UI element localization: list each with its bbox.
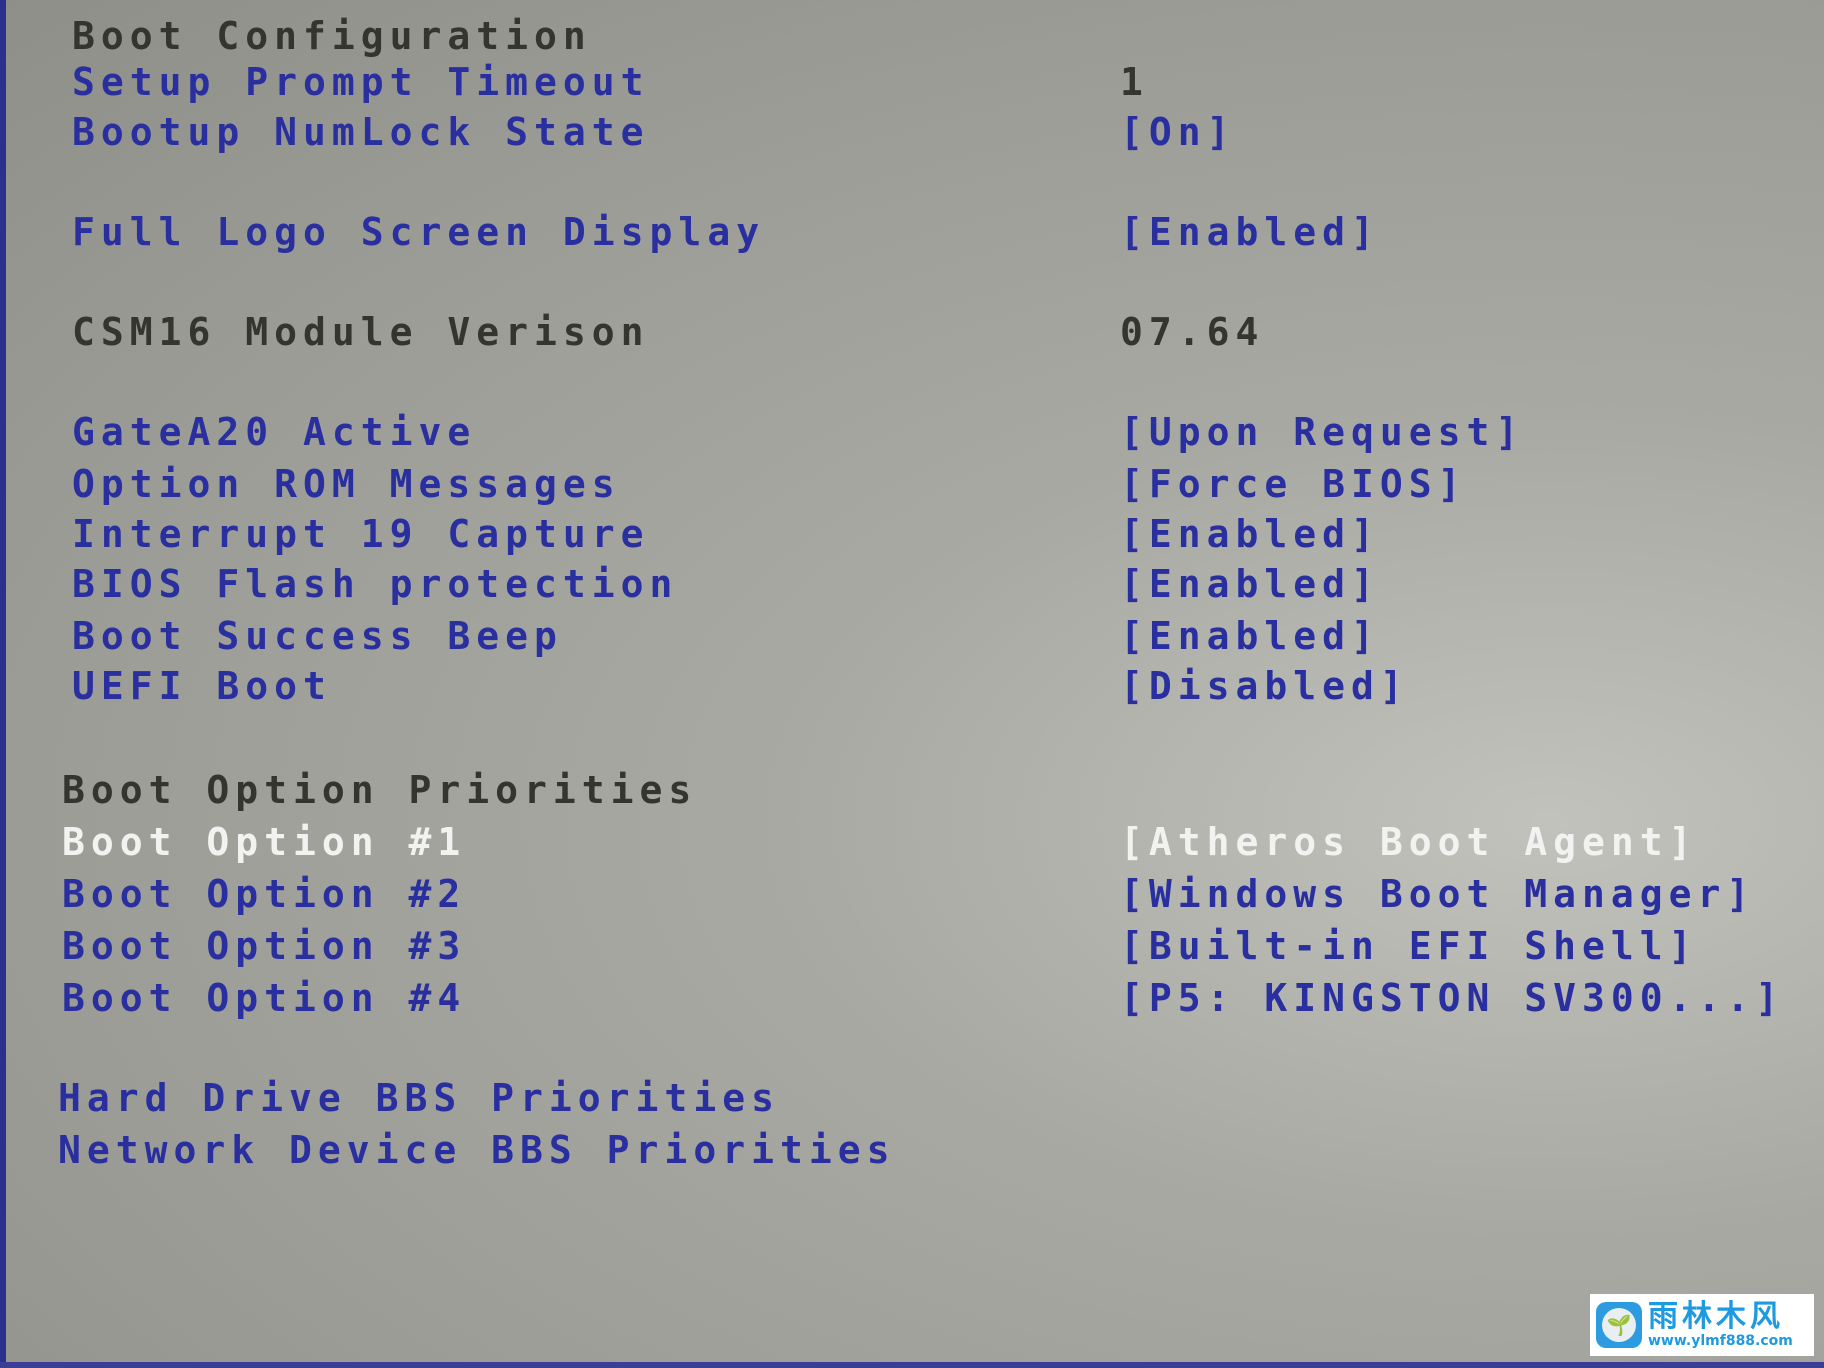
setting-value[interactable]: [Disabled] — [1120, 664, 1409, 708]
boot-option-4[interactable]: Boot Option #4 [P5: KINGSTON SV300...] — [0, 976, 1824, 1020]
submenu-label[interactable]: Hard Drive BBS Priorities — [58, 1076, 780, 1120]
setting-label: UEFI Boot — [72, 664, 332, 708]
submenu-hard-drive-bbs-priorities[interactable]: Hard Drive BBS Priorities — [0, 1076, 1824, 1120]
setting-label: Boot Success Beep — [72, 614, 563, 658]
setting-value[interactable]: [On] — [1120, 110, 1236, 154]
submenu-label[interactable]: Network Device BBS Priorities — [58, 1128, 895, 1172]
section-title: Boot Configuration — [72, 14, 592, 58]
setting-value[interactable]: [Enabled] — [1120, 562, 1380, 606]
boot-priorities-header: Boot Option Priorities — [0, 768, 1824, 812]
boot-option-value[interactable]: [Windows Boot Manager] — [1120, 872, 1755, 916]
section-header: Boot Configuration — [0, 14, 1824, 58]
boot-option-value[interactable]: [P5: KINGSTON SV300...] — [1120, 976, 1784, 1020]
setting-interrupt-19-capture[interactable]: Interrupt 19 Capture [Enabled] — [0, 512, 1824, 556]
boot-option-3[interactable]: Boot Option #3 [Built-in EFI Shell] — [0, 924, 1824, 968]
setting-setup-prompt-timeout[interactable]: Setup Prompt Timeout 1 — [0, 60, 1824, 104]
setting-label: Full Logo Screen Display — [72, 210, 766, 254]
setting-value[interactable]: [Enabled] — [1120, 614, 1380, 658]
boot-option-2[interactable]: Boot Option #2 [Windows Boot Manager] — [0, 872, 1824, 916]
setting-csm16-module-version: CSM16 Module Verison 07.64 — [0, 310, 1824, 354]
setting-boot-success-beep[interactable]: Boot Success Beep [Enabled] — [0, 614, 1824, 658]
setting-label: Setup Prompt Timeout — [72, 60, 650, 104]
boot-priorities-title: Boot Option Priorities — [62, 768, 698, 812]
setting-label: BIOS Flash protection — [72, 562, 679, 606]
setting-label: Option ROM Messages — [72, 462, 621, 506]
setting-value[interactable]: [Enabled] — [1120, 210, 1380, 254]
boot-option-label: Boot Option #4 — [62, 976, 467, 1020]
boot-option-1[interactable]: Boot Option #1 [Atheros Boot Agent] — [0, 820, 1824, 864]
setting-label: Bootup NumLock State — [72, 110, 650, 154]
setting-bootup-numlock-state[interactable]: Bootup NumLock State [On] — [0, 110, 1824, 154]
setting-gatea20-active[interactable]: GateA20 Active [Upon Request] — [0, 410, 1824, 454]
setting-full-logo-screen-display[interactable]: Full Logo Screen Display [Enabled] — [0, 210, 1824, 254]
submenu-network-device-bbs-priorities[interactable]: Network Device BBS Priorities — [0, 1128, 1824, 1172]
setting-label: GateA20 Active — [72, 410, 477, 454]
setting-value[interactable]: [Force BIOS] — [1120, 462, 1467, 506]
setting-bios-flash-protection[interactable]: BIOS Flash protection [Enabled] — [0, 562, 1824, 606]
setting-value[interactable]: [Upon Request] — [1120, 410, 1524, 454]
boot-option-label: Boot Option #2 — [62, 872, 467, 916]
sprout-icon: 🌱 — [1596, 1302, 1642, 1348]
setting-label: CSM16 Module Verison — [72, 310, 650, 354]
setting-uefi-boot[interactable]: UEFI Boot [Disabled] — [0, 664, 1824, 708]
watermark: 🌱 雨林木风 www.ylmf888.com — [1590, 1294, 1814, 1356]
setting-value[interactable]: [Enabled] — [1120, 512, 1380, 556]
setting-value: 1 — [1120, 60, 1149, 104]
boot-option-value[interactable]: [Built-in EFI Shell] — [1120, 924, 1698, 968]
watermark-url: www.ylmf888.com — [1648, 1333, 1793, 1349]
boot-option-value[interactable]: [Atheros Boot Agent] — [1120, 820, 1698, 864]
setting-option-rom-messages[interactable]: Option ROM Messages [Force BIOS] — [0, 462, 1824, 506]
boot-option-label: Boot Option #3 — [62, 924, 467, 968]
setting-label: Interrupt 19 Capture — [72, 512, 650, 556]
boot-option-label: Boot Option #1 — [62, 820, 467, 864]
watermark-text: 雨林木风 www.ylmf888.com — [1648, 1299, 1793, 1350]
setting-value: 07.64 — [1120, 310, 1265, 354]
watermark-title: 雨林木风 — [1648, 1299, 1784, 1334]
bottom-border — [0, 1362, 1824, 1368]
